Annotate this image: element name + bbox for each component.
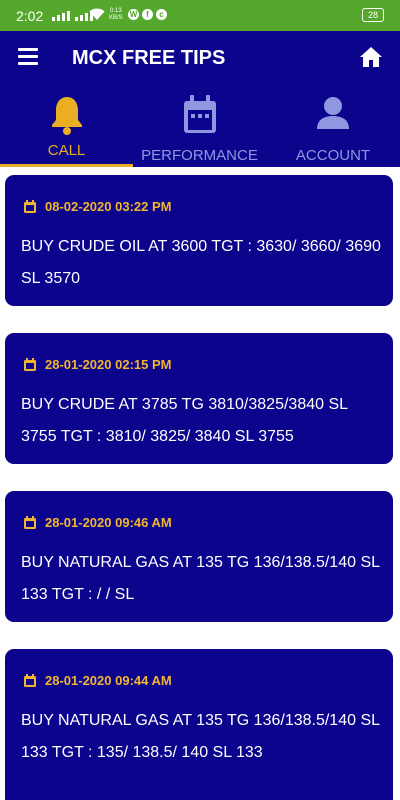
network-speed: 0.13 KB/S bbox=[109, 8, 123, 21]
tip-card[interactable]: 28-01-2020 09:44 AM BUY NATURAL GAS AT 1… bbox=[5, 649, 393, 800]
chat-icon: c bbox=[156, 9, 167, 20]
tip-card[interactable]: 28-01-2020 02:15 PM BUY CRUDE AT 3785 TG… bbox=[5, 333, 393, 464]
tip-date: 28-01-2020 09:44 AM bbox=[45, 673, 172, 688]
calendar-icon bbox=[183, 95, 216, 133]
facebook-icon: f bbox=[142, 9, 153, 20]
calendar-icon bbox=[24, 673, 36, 687]
tip-card[interactable]: 28-01-2020 09:46 AM BUY NATURAL GAS AT 1… bbox=[5, 491, 393, 622]
tip-text: BUY NATURAL GAS AT 135 TG 136/138.5/140 … bbox=[21, 712, 380, 761]
wifi-icon bbox=[89, 8, 105, 20]
app-title: MCX FREE TIPS bbox=[72, 47, 226, 69]
tab-performance-label: PERFORMANCE bbox=[141, 147, 258, 164]
tab-call[interactable]: CALL bbox=[0, 87, 133, 167]
tip-text: BUY CRUDE AT 3785 TG 3810/3825/3840 SL 3… bbox=[21, 396, 348, 445]
tab-performance[interactable]: PERFORMANCE bbox=[133, 87, 266, 167]
tip-text: BUY NATURAL GAS AT 135 TG 136/138.5/140 … bbox=[21, 554, 380, 603]
calendar-icon bbox=[24, 357, 36, 371]
whatsapp-icon: W bbox=[128, 9, 139, 20]
tips-list[interactable]: 08-02-2020 03:22 PM BUY CRUDE OIL AT 360… bbox=[0, 167, 400, 800]
tip-date: 08-02-2020 03:22 PM bbox=[45, 199, 172, 214]
tab-account[interactable]: ACCOUNT bbox=[266, 87, 400, 167]
tab-account-label: ACCOUNT bbox=[295, 147, 371, 164]
tip-card[interactable]: 08-02-2020 03:22 PM BUY CRUDE OIL AT 360… bbox=[5, 175, 393, 306]
calendar-icon bbox=[24, 515, 36, 529]
tip-date-row: 28-01-2020 02:15 PM bbox=[23, 357, 171, 372]
person-icon bbox=[317, 97, 349, 129]
home-icon[interactable] bbox=[359, 45, 383, 69]
signal-icon bbox=[52, 9, 93, 21]
tip-date: 28-01-2020 02:15 PM bbox=[45, 357, 172, 372]
tip-date-row: 28-01-2020 09:46 AM bbox=[23, 515, 172, 530]
status-bar: 2:02 0.13 KB/S W f c 28 bbox=[0, 0, 400, 31]
calendar-icon bbox=[24, 199, 36, 213]
tip-date-row: 08-02-2020 03:22 PM bbox=[23, 199, 171, 214]
status-time: 2:02 bbox=[16, 8, 44, 24]
tab-call-label: CALL bbox=[47, 142, 86, 159]
bell-icon bbox=[51, 97, 82, 135]
tip-text: BUY CRUDE OIL AT 3600 TGT : 3630/ 3660/ … bbox=[21, 238, 381, 287]
app-bar: MCX FREE TIPS bbox=[0, 31, 400, 87]
tab-bar: CALL PERFORMANCE ACCOUNT bbox=[0, 87, 400, 167]
notification-icons: W f c bbox=[128, 9, 167, 20]
tip-date-row: 28-01-2020 09:44 AM bbox=[23, 673, 172, 688]
tip-date: 28-01-2020 09:46 AM bbox=[45, 515, 172, 530]
menu-icon[interactable] bbox=[18, 48, 38, 65]
battery-icon: 28 bbox=[362, 8, 384, 22]
